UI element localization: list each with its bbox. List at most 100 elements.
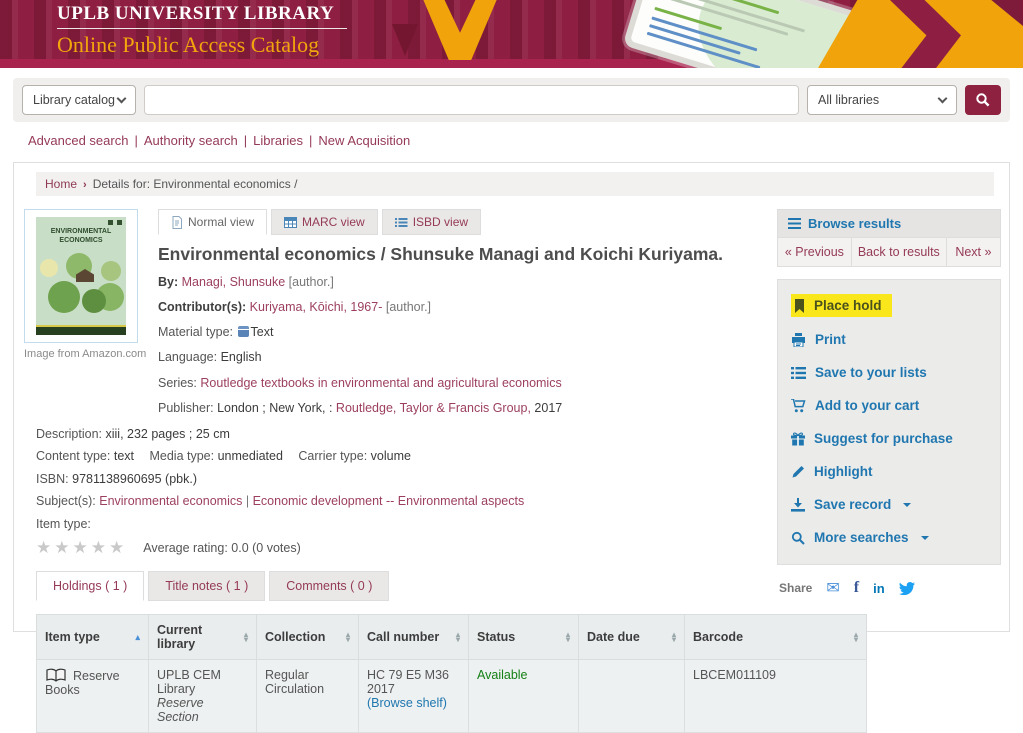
caret-down-icon [920, 535, 929, 540]
col-status[interactable]: Status ▴ ▾ [468, 614, 579, 661]
header-titles: UPLB UNIVERSITY LIBRARY Online Public Ac… [57, 3, 347, 58]
by-line: By: Managi, Shunsuke [author.] [158, 275, 334, 289]
next-button[interactable]: Next » [947, 238, 1000, 266]
view-tabs: Normal view MARC view ISBD view [158, 209, 761, 235]
holdings-row: Reserve Books UPLB CEM Library Reserve S… [36, 659, 867, 733]
cell-call-number: HC 79 E5 M36 2017 (Browse shelf) [358, 659, 469, 733]
breadcrumb: Home › Details for: Environmental economic… [36, 172, 994, 196]
browse-shelf-link[interactable]: (Browse shelf) [367, 696, 447, 710]
subject-link[interactable]: Environmental economics [99, 494, 242, 508]
add-to-cart-button[interactable]: Add to your cart [778, 389, 1000, 422]
catalog-type-select[interactable]: Library catalog [22, 85, 136, 115]
share-facebook-icon[interactable]: f [854, 579, 859, 597]
download-icon [791, 497, 805, 512]
browse-results-header: Browse results [778, 210, 1000, 237]
cover-column: ENVIRONMENTAL ECONOMICS Image from Amazo… [24, 209, 147, 424]
subject-link[interactable]: Economic development -- Environmental as… [253, 494, 525, 508]
text-material-icon [237, 326, 249, 338]
share-email-icon[interactable]: ✉ [826, 578, 839, 598]
series-link[interactable]: Routledge textbooks in environmental and… [200, 376, 561, 390]
cart-icon [791, 398, 806, 412]
tab-comments[interactable]: Comments ( 0 ) [269, 571, 390, 602]
library-name: UPLB UNIVERSITY LIBRARY [57, 3, 335, 24]
col-date-due[interactable]: Date due ▴ ▾ [578, 614, 685, 661]
tab-holdings[interactable]: Holdings ( 1 ) [36, 571, 145, 602]
pencil-icon [792, 465, 804, 477]
nav-new-acquisition[interactable]: New Acquisition [318, 133, 410, 148]
search-button[interactable] [965, 85, 1001, 115]
publisher-link[interactable]: Routledge, Taylor & Francis Group, [336, 401, 531, 415]
col-collection[interactable]: Collection ▴ ▾ [256, 614, 359, 661]
nav-libraries[interactable]: Libraries [253, 133, 303, 148]
printer-icon [792, 332, 805, 347]
open-book-icon [46, 668, 66, 683]
cover-title-text: ENVIRONMENTAL ECONOMICS [50, 228, 112, 244]
print-button[interactable]: Print [778, 323, 1000, 356]
tab-isbd-view[interactable]: ISBD view [381, 209, 482, 235]
book-cover-image: ENVIRONMENTAL ECONOMICS [36, 217, 126, 335]
contributor-line: Contributor(s): Kuriyama, Kōichi, 1967- … [158, 300, 432, 315]
material-type-line: Material type: Text [158, 325, 274, 340]
breadcrumb-current: Details for: Environmental economics / [92, 177, 298, 191]
save-to-lists-button[interactable]: Save to your lists [778, 356, 1000, 389]
document-icon [172, 215, 182, 229]
breadcrumb-home-link[interactable]: Home [45, 177, 77, 191]
col-item-type[interactable]: Item type ▴ [36, 614, 149, 661]
col-barcode[interactable]: Barcode ▴ ▾ [684, 614, 867, 661]
chevron-down-icon [937, 93, 948, 103]
browse-results-box: Browse results « Previous Back to result… [777, 209, 1001, 267]
list-icon [394, 217, 408, 227]
book-cover-frame: ENVIRONMENTAL ECONOMICS [24, 209, 138, 343]
record-meta: By: Managi, Shunsuke [author.] Contribut… [158, 273, 761, 417]
tab-normal-view[interactable]: Normal view [158, 209, 268, 235]
libraries-select[interactable]: All libraries [807, 85, 957, 115]
right-sidebar: Browse results « Previous Back to result… [777, 209, 1001, 598]
search-bar: Library catalog All libraries [13, 78, 1010, 122]
nav-authority-search[interactable]: Authority search [144, 133, 238, 148]
author-link[interactable]: Managi, Shunsuke [182, 275, 286, 289]
nav-advanced-search[interactable]: Advanced search [28, 133, 128, 148]
holdings-table: Item type ▴ Current library ▴ ▾ Collection ▴… [36, 614, 867, 733]
publisher-line: Publisher: London ; New York, : Routledg… [158, 400, 563, 415]
tab-label: ISBD view [412, 215, 469, 229]
catalog-nav: Advanced search | Authority search | Librari… [28, 133, 1023, 148]
tab-title-notes[interactable]: Title notes ( 1 ) [148, 571, 266, 602]
suggest-purchase-button[interactable]: Suggest for purchase [778, 422, 1000, 455]
table-icon [284, 216, 298, 228]
holdings-header-row: Item type ▴ Current library ▴ ▾ Collection ▴… [36, 614, 867, 661]
cell-collection: Regular Circulation [256, 659, 359, 733]
results-pager: « Previous Back to results Next » [778, 237, 1000, 266]
record-top: ENVIRONMENTAL ECONOMICS Image from Amazo… [24, 209, 761, 424]
more-searches-button[interactable]: More searches [778, 521, 1000, 554]
gift-icon [791, 431, 805, 445]
sort-icon: ▴ ▾ [853, 630, 858, 645]
catalog-name: Online Public Access Catalog [57, 32, 320, 57]
search-input[interactable] [144, 85, 799, 115]
col-call-number[interactable]: Call number ▴ ▾ [358, 614, 469, 661]
sort-icon: ▴ ▾ [671, 630, 676, 645]
tab-label: Normal view [188, 215, 255, 229]
col-current-library[interactable]: Current library ▴ ▾ [148, 614, 257, 661]
star-rating-icons: ★★★★★ [36, 538, 128, 558]
cell-date-due [578, 659, 685, 733]
highlight-button[interactable]: Highlight [778, 455, 1000, 488]
place-hold-button[interactable]: Place hold [778, 288, 1000, 323]
library-section: Reserve Section [157, 696, 204, 725]
share-label: Share [779, 581, 813, 595]
previous-button[interactable]: « Previous [778, 238, 852, 266]
series-line: Series: Routledge textbooks in environme… [158, 375, 562, 390]
share-row: Share ✉ f in [779, 578, 1001, 598]
actions-box: Place hold Print Save to your lists Add … [777, 279, 1001, 565]
libraries-value: All libraries [818, 93, 880, 107]
catalog-type-value: Library catalog [33, 93, 115, 107]
bookmark-icon [795, 298, 804, 313]
share-twitter-icon[interactable] [898, 581, 915, 595]
tab-marc-view[interactable]: MARC view [271, 209, 378, 235]
contributor-link[interactable]: Kuriyama, Kōichi, 1967- [250, 300, 383, 314]
save-record-button[interactable]: Save record [778, 488, 1000, 521]
sort-asc-icon: ▴ [135, 631, 140, 642]
cover-caption: Image from Amazon.com [24, 348, 147, 360]
share-linkedin-icon[interactable]: in [873, 581, 885, 596]
back-to-results-button[interactable]: Back to results [852, 238, 947, 266]
cell-status: Available [468, 659, 579, 733]
